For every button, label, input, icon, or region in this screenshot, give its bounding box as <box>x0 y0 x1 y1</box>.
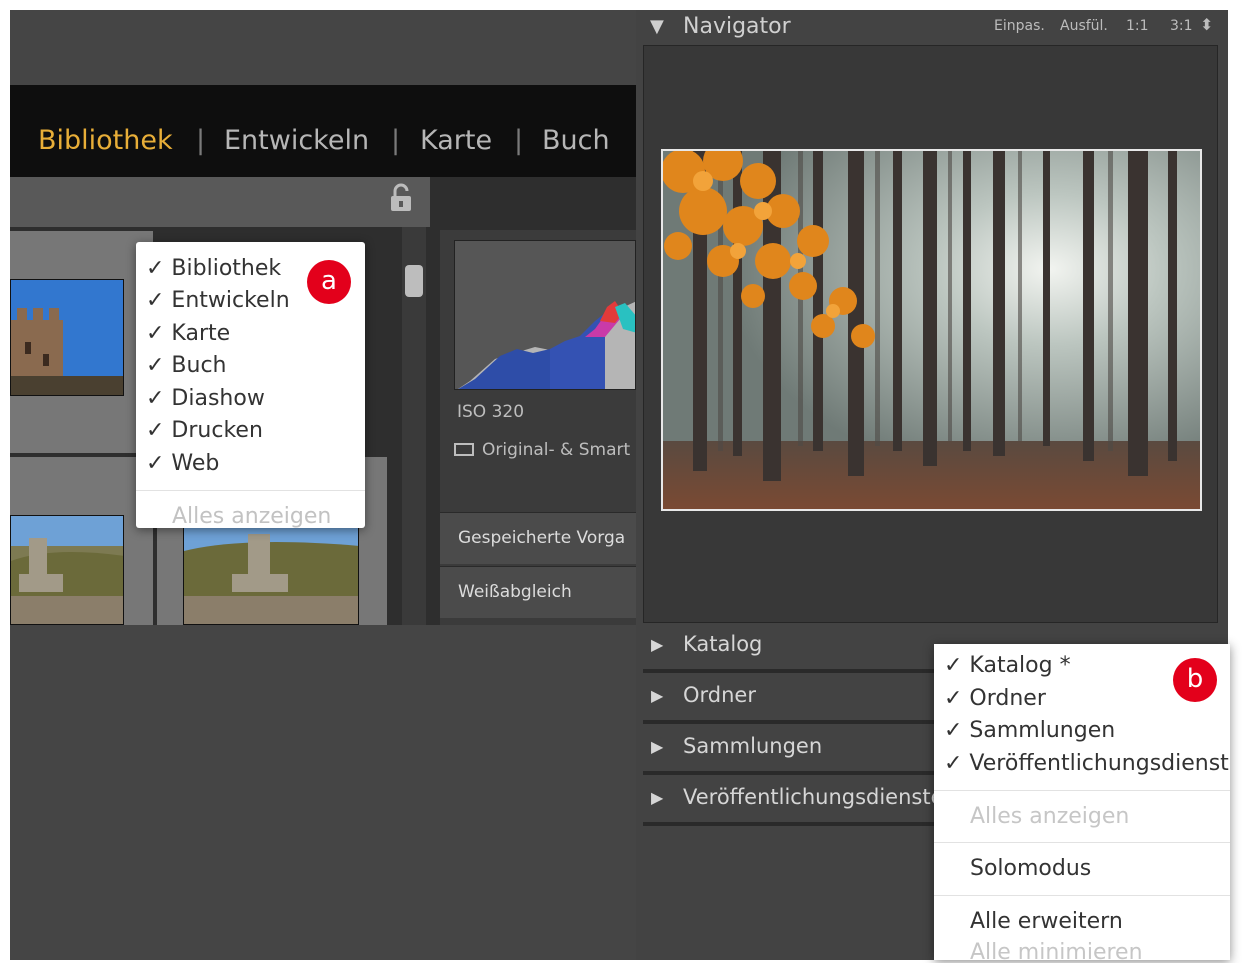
photo-thumbnail[interactable] <box>183 515 359 625</box>
menu-item-solo-mode[interactable]: Solomodus <box>970 856 1091 881</box>
collapse-triangle-icon[interactable]: ▼ <box>650 16 664 37</box>
module-picker-bar: Bibliothek | Entwickeln | Karte | Buch <box>10 85 636 177</box>
panel-context-menu: ✓ Katalog * ✓ Ordner ✓ Sammlungen ✓ Verö… <box>934 644 1230 960</box>
menu-item-web[interactable]: ✓ Web <box>146 451 219 476</box>
section-label: Katalog <box>683 632 763 656</box>
menu-item-karte[interactable]: ✓ Karte <box>146 321 230 346</box>
menu-item-bibliothek[interactable]: ✓ Bibliothek <box>146 256 281 281</box>
module-separator: | <box>196 125 206 156</box>
original-smart-label: Original- & Smart <box>482 440 631 460</box>
navigator-title: Navigator <box>683 14 791 39</box>
develop-right-panel: ISO 320 Original- & Smart Gespeicherte V… <box>440 230 636 625</box>
zoom-fill[interactable]: Ausfül. <box>1060 18 1108 34</box>
module-bibliothek[interactable]: Bibliothek <box>38 125 173 156</box>
menu-divider <box>934 895 1230 896</box>
expand-triangle-icon: ▶ <box>651 686 664 705</box>
lock-icon[interactable] <box>388 183 414 220</box>
menu-divider <box>136 490 365 491</box>
callout-badge-b: b <box>1173 658 1217 702</box>
menu-item-collapse-all[interactable]: Alle minimieren <box>970 940 1143 960</box>
section-saved-presets[interactable]: Gespeicherte Vorga <box>440 512 636 564</box>
module-separator: | <box>391 125 401 156</box>
lightroom-window: Bibliothek | Entwickeln | Karte | Buch I… <box>10 85 636 625</box>
menu-item-show-all: Alles anzeigen <box>970 804 1130 829</box>
menu-item-ordner[interactable]: ✓ Ordner <box>944 686 1046 711</box>
expand-triangle-icon: ▶ <box>651 737 664 756</box>
menu-item-drucken[interactable]: ✓ Drucken <box>146 418 263 443</box>
grid-scrollbar[interactable] <box>402 227 426 625</box>
module-entwickeln[interactable]: Entwickeln <box>224 125 369 156</box>
library-window: Bibliothek | Entwickeln | Karte | Buch I… <box>10 10 636 960</box>
expand-triangle-icon: ▶ <box>651 788 664 807</box>
zoom-stepper-icon[interactable]: ⬍ <box>1200 15 1213 34</box>
module-karte[interactable]: Karte <box>420 125 492 156</box>
module-separator: | <box>514 125 524 156</box>
section-label: Gespeicherte Vorga <box>458 528 626 548</box>
menu-item-katalog[interactable]: ✓ Katalog * <box>944 653 1071 678</box>
screenshot-stage: Bibliothek | Entwickeln | Karte | Buch I… <box>0 0 1245 963</box>
menu-item-expand-all[interactable]: Alle erweitern <box>970 909 1123 934</box>
zoom-3-1[interactable]: 3:1 <box>1170 18 1193 34</box>
menu-item-veroeffentlichungsdienste[interactable]: ✓ Veröffentlichungsdienste <box>944 751 1230 776</box>
expand-triangle-icon: ▶ <box>651 635 664 654</box>
navigator-preview-area[interactable] <box>643 45 1218 623</box>
scrollbar-handle[interactable] <box>405 265 423 297</box>
section-label: Ordner <box>683 683 756 707</box>
menu-divider <box>934 790 1230 791</box>
callout-badge-a: a <box>307 260 351 304</box>
navigator-photo[interactable] <box>661 149 1202 511</box>
original-smart-preview-status: Original- & Smart <box>454 440 630 460</box>
section-label: Weißabgleich <box>458 582 572 602</box>
menu-item-entwickeln[interactable]: ✓ Entwickeln <box>146 288 290 313</box>
zoom-1-1[interactable]: 1:1 <box>1126 18 1149 34</box>
preview-icon <box>454 443 474 456</box>
zoom-fit[interactable]: Einpas. <box>994 18 1045 34</box>
menu-item-sammlungen[interactable]: ✓ Sammlungen <box>944 718 1115 743</box>
photo-thumbnail[interactable] <box>10 515 124 625</box>
section-label: Veröffentlichungsdienste <box>683 785 944 809</box>
section-white-balance[interactable]: Weißabgleich <box>440 566 636 618</box>
menu-item-show-all: Alles anzeigen <box>172 504 332 528</box>
iso-readout: ISO 320 <box>457 402 525 422</box>
photo-thumbnail[interactable] <box>10 279 124 396</box>
grid-toolbar <box>10 177 430 227</box>
menu-item-diashow[interactable]: ✓ Diashow <box>146 386 265 411</box>
module-buch[interactable]: Buch <box>542 125 610 156</box>
module-context-menu: ✓ Bibliothek ✓ Entwickeln ✓ Karte ✓ Buch… <box>136 242 365 528</box>
menu-divider <box>934 842 1230 843</box>
section-label: Sammlungen <box>683 734 823 758</box>
histogram <box>454 240 636 390</box>
menu-item-buch[interactable]: ✓ Buch <box>146 353 227 378</box>
